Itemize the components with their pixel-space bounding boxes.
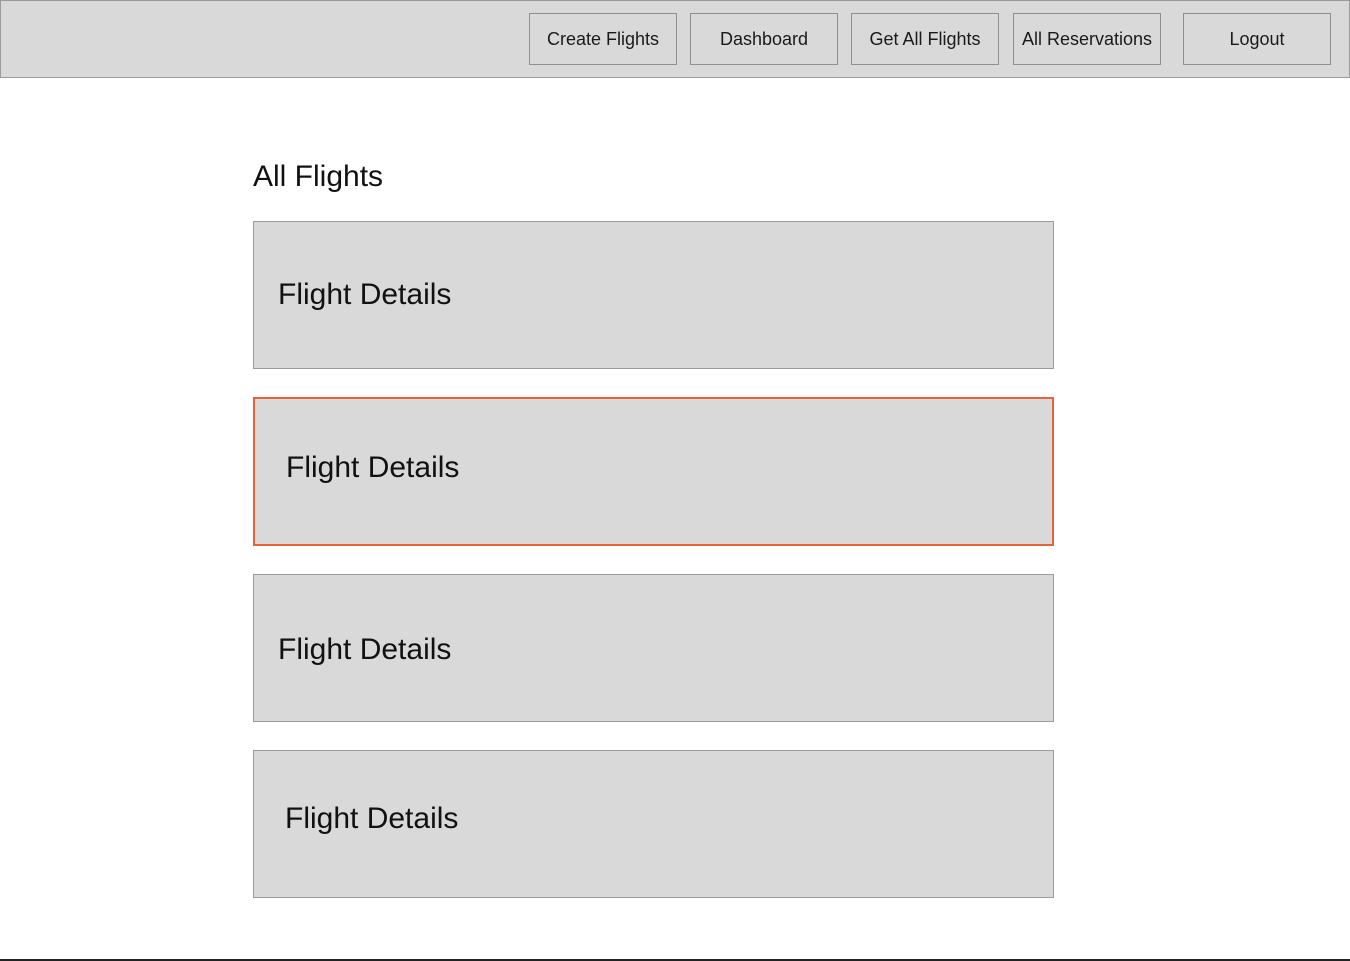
get-all-flights-button[interactable]: Get All Flights [851, 13, 999, 65]
flight-card[interactable]: Flight Details [253, 574, 1054, 722]
page-title: All Flights [253, 160, 384, 193]
flight-card-selected[interactable]: Flight Details [253, 397, 1054, 546]
all-reservations-button[interactable]: All Reservations [1013, 13, 1161, 65]
flight-card-label: Flight Details [278, 278, 452, 311]
flight-card[interactable]: Flight Details [253, 750, 1054, 898]
create-flights-button[interactable]: Create Flights [529, 13, 677, 65]
top-navigation-bar: Create Flights Dashboard Get All Flights… [0, 0, 1350, 78]
flight-card[interactable]: Flight Details [253, 221, 1054, 369]
flight-card-label: Flight Details [285, 802, 459, 835]
flight-card-label: Flight Details [286, 451, 460, 484]
flight-card-label: Flight Details [278, 633, 452, 666]
logout-button[interactable]: Logout [1183, 13, 1331, 65]
dashboard-button[interactable]: Dashboard [690, 13, 838, 65]
